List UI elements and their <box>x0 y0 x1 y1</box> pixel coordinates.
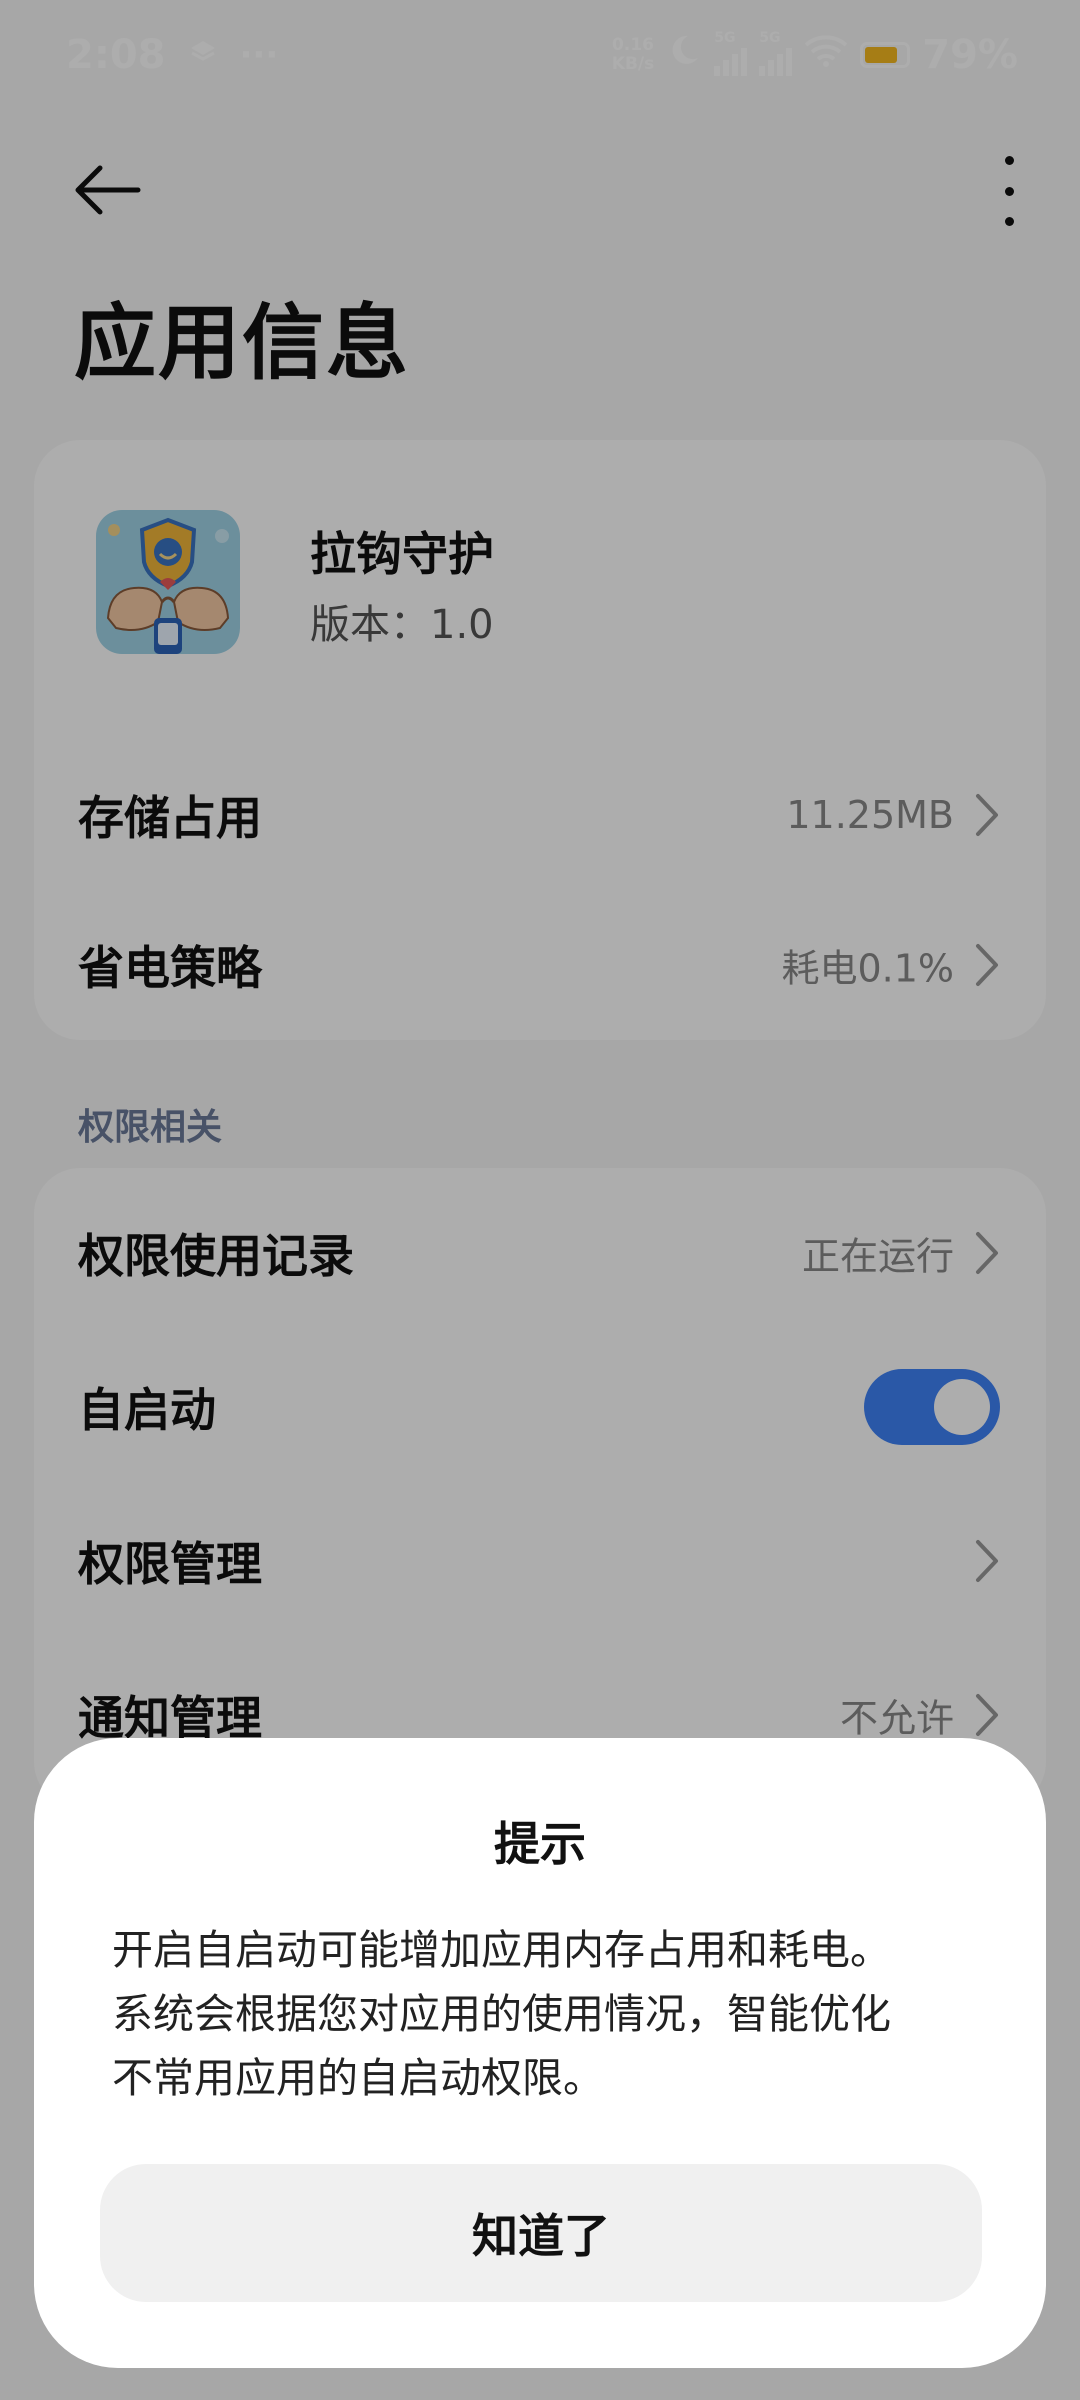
autostart-tip-dialog: 提示 开启自启动可能增加应用内存占用和耗电。 系统会根据您对应用的使用情况，智能… <box>34 1738 1046 2368</box>
dialog-title: 提示 <box>494 1817 586 1871</box>
dialog-message: 开启自启动可能增加应用内存占用和耗电。 系统会根据您对应用的使用情况，智能优化 … <box>112 1926 891 2102</box>
got-it-button[interactable]: 知道了 <box>100 2164 982 2302</box>
